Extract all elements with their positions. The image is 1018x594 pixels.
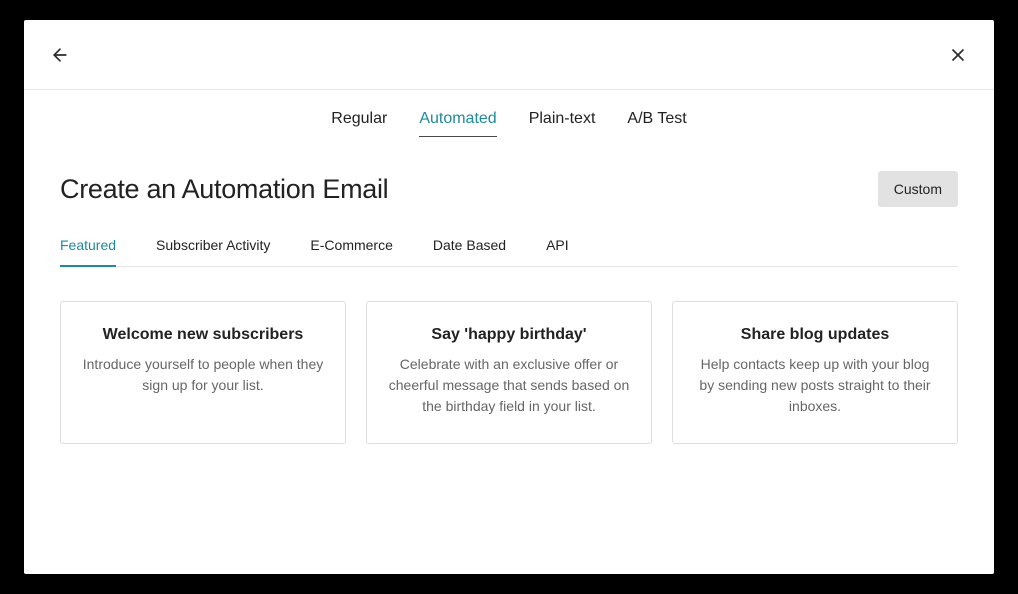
card-title: Share blog updates — [693, 326, 937, 344]
tab-regular[interactable]: Regular — [331, 110, 387, 137]
topbar — [24, 20, 994, 90]
custom-button[interactable]: Custom — [878, 171, 958, 207]
back-button[interactable] — [44, 39, 76, 71]
heading-row: Create an Automation Email Custom — [60, 171, 958, 207]
arrow-left-icon — [50, 45, 70, 65]
subtab-date-based[interactable]: Date Based — [433, 237, 506, 266]
close-icon — [948, 45, 968, 65]
sub-tabs: Featured Subscriber Activity E-Commerce … — [60, 237, 958, 267]
tab-plain-text[interactable]: Plain-text — [529, 110, 596, 137]
card-title: Welcome new subscribers — [81, 326, 325, 344]
top-tabs: Regular Automated Plain-text A/B Test — [24, 90, 994, 147]
tab-ab-test[interactable]: A/B Test — [627, 110, 686, 137]
modal-dialog: Regular Automated Plain-text A/B Test Cr… — [24, 20, 994, 574]
card-blog-updates[interactable]: Share blog updates Help contacts keep up… — [672, 301, 958, 444]
card-happy-birthday[interactable]: Say 'happy birthday' Celebrate with an e… — [366, 301, 652, 444]
card-grid: Welcome new subscribers Introduce yourse… — [60, 301, 958, 444]
card-welcome-subscribers[interactable]: Welcome new subscribers Introduce yourse… — [60, 301, 346, 444]
page-title: Create an Automation Email — [60, 174, 388, 205]
subtab-subscriber-activity[interactable]: Subscriber Activity — [156, 237, 270, 266]
card-title: Say 'happy birthday' — [387, 326, 631, 344]
content-area: Create an Automation Email Custom Featur… — [24, 147, 994, 468]
subtab-featured[interactable]: Featured — [60, 237, 116, 267]
card-description: Introduce yourself to people when they s… — [81, 354, 325, 396]
card-description: Celebrate with an exclusive offer or che… — [387, 354, 631, 417]
card-description: Help contacts keep up with your blog by … — [693, 354, 937, 417]
subtab-ecommerce[interactable]: E-Commerce — [310, 237, 392, 266]
close-button[interactable] — [942, 39, 974, 71]
subtab-api[interactable]: API — [546, 237, 569, 266]
tab-automated[interactable]: Automated — [419, 110, 496, 137]
